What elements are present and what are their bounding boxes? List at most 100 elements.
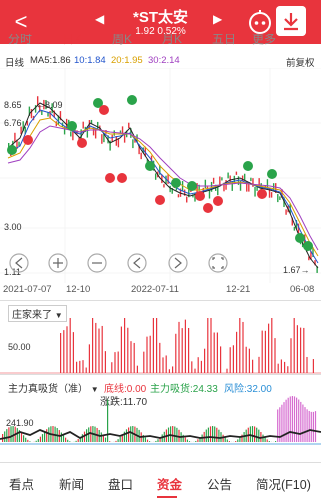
indicator-bar [125,429,128,442]
candle [167,173,169,184]
indicator-bar [39,436,41,442]
indicator-bar [224,437,226,442]
high-annotation: ←8.09 [36,100,63,110]
nav-profile-f10[interactable]: 简况(F10) [256,474,311,493]
download-icon[interactable] [276,6,306,36]
indicator-bar [100,432,102,442]
indicator-bar [228,441,230,442]
divider [0,374,321,375]
next-stock-button[interactable]: ▶ [213,12,222,26]
indicator-bar [303,327,305,373]
indicator-bar [235,441,237,442]
candle [82,121,84,129]
indicator-bar [207,318,209,373]
indicator-bar [75,440,77,442]
indicator-bar [197,357,199,373]
candle [227,172,229,179]
tab-five-day[interactable]: 五日 [212,34,236,46]
indicator-bar [37,438,39,442]
nav-funds[interactable]: 资金 [157,474,182,493]
candle [115,136,118,146]
zoom-in-button[interactable] [48,253,68,273]
indicator-bar [130,426,132,442]
indicator-bar [117,351,119,373]
sell-marker [145,161,155,171]
indicator-bar [176,427,178,442]
candle [248,183,250,192]
indicator-bar [69,441,71,442]
buy-marker [77,138,87,148]
indicator-bar [268,323,270,373]
indicator-bar [264,330,266,373]
indicator-bar [156,318,158,373]
nav-highlights[interactable]: 看点 [9,474,34,493]
indicator-bar [98,328,100,373]
candle [285,209,287,215]
indicator-bar [27,439,29,442]
indicator-bar [252,359,254,373]
prev-page-button[interactable] [127,253,147,273]
nav-news[interactable]: 新闻 [59,474,84,493]
indicator-bar [104,437,107,442]
period-label[interactable]: 日线 [5,55,24,69]
candle [72,130,74,141]
tab-week-k[interactable]: 周K [112,34,132,46]
nav-orderbook[interactable]: 盘口 [108,474,133,493]
kline-chart[interactable]: 8.65 6.76 3.00 1.11 ←8.09 1.67→ [0,68,321,300]
candle [18,141,20,147]
indicator-bar [10,426,12,442]
indicator-chart-1[interactable] [0,318,321,374]
candle [221,177,223,181]
indicator-bar [212,426,214,442]
indicator-bar [72,332,74,373]
indicator-bar [195,440,197,442]
indicator-bar [296,325,298,373]
tab-more[interactable]: 更多 [252,34,276,46]
indicator-bar [306,356,308,373]
indicator-bar [115,440,117,442]
indicator-bar [188,327,190,373]
indicator-bar [258,356,260,373]
candle [250,177,252,182]
indicator-bar [300,401,302,442]
indicator-bar [60,333,62,373]
candle [279,196,281,200]
indicator-chart-2[interactable] [0,392,321,460]
indicator-bar [20,432,23,442]
buy-marker [155,195,165,205]
indicator-bar [277,363,279,373]
date-label-start: 2021-07-07 [3,284,52,295]
indicator-bar [204,348,206,373]
buy-marker [257,189,267,199]
buy-marker [23,135,33,145]
indicator-bar [236,331,238,373]
indicator-bar [298,399,300,442]
indicator-bar [172,426,174,442]
next-page-button[interactable] [168,253,188,273]
indicator-bar [261,330,263,373]
fullscreen-button[interactable] [208,253,228,273]
zoom-out-button[interactable] [87,253,107,273]
candle [49,110,51,119]
indicator-bar [275,441,277,442]
indicator-bar [248,348,250,373]
indicator-bar [188,441,191,442]
tab-minute[interactable]: 分时 [8,34,32,46]
tab-month-k[interactable]: 月K [162,34,182,46]
indicator-bar [44,431,46,442]
price-label-high: 8.65 [4,100,22,110]
indicator-bar [245,346,247,373]
indicator-bar [226,368,228,373]
tab-day-k[interactable]: 日K [62,34,82,46]
ma5-label: MA5:1.86 [30,55,71,66]
robot-icon[interactable] [247,9,273,35]
candle [266,179,269,188]
indicator-bar [205,429,207,442]
candle [293,226,296,231]
date-label-2: 12-10 [66,284,91,295]
indicator-bar [12,426,14,442]
date-label-3: 2022-07-11 [131,284,179,295]
adjust-label[interactable]: 前复权 [286,55,315,69]
nav-announcements[interactable]: 公告 [207,474,232,493]
candle [277,194,279,203]
